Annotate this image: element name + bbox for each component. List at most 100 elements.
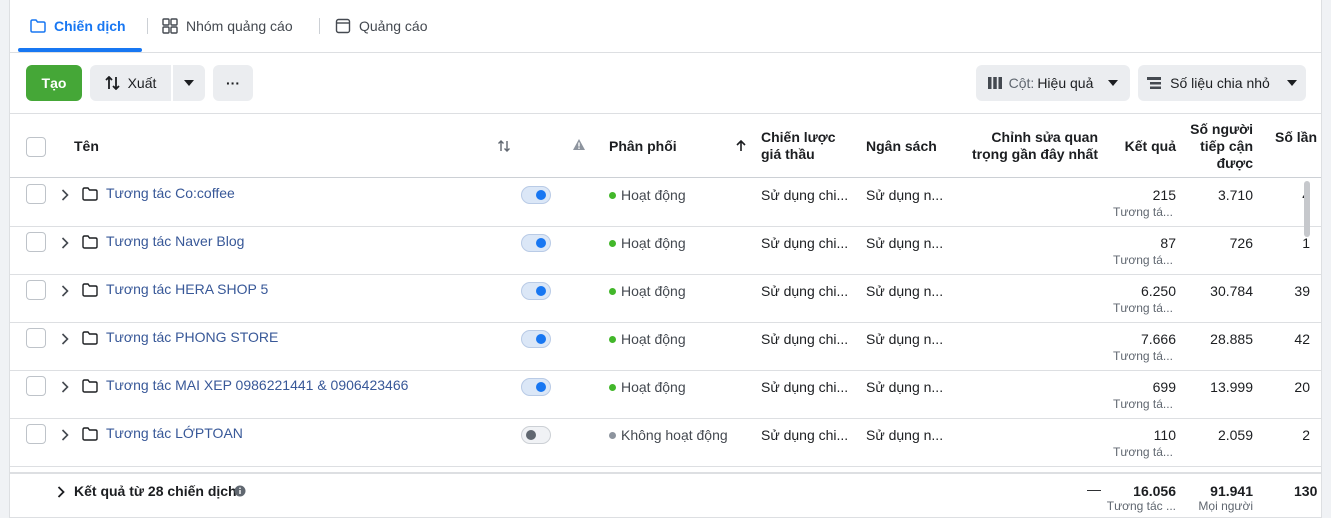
info-icon[interactable] — [234, 485, 246, 497]
tab-divider — [147, 18, 148, 34]
row-checkbox[interactable] — [26, 376, 46, 396]
results-cell: 6.250 — [1140, 283, 1176, 299]
campaign-name-link[interactable]: Tương tác LỚPTOAN — [106, 425, 243, 441]
tab-ads[interactable]: Quảng cáo — [335, 0, 428, 52]
breakdown-label: Số liệu chia nhỏ — [1170, 75, 1270, 91]
folder-icon — [82, 331, 98, 348]
more-options-button[interactable]: ··· — [213, 65, 253, 101]
campaign-name-link[interactable]: Tương tác PHONG STORE — [106, 329, 278, 345]
row-checkbox[interactable] — [26, 328, 46, 348]
status-dot — [609, 287, 616, 295]
sort-toggle-icon[interactable] — [497, 140, 511, 152]
summary-reach: 91.941 — [1210, 483, 1253, 499]
expand-chevron-icon[interactable] — [61, 428, 69, 444]
tab-label: Nhóm quảng cáo — [186, 18, 293, 34]
results-cell: 699 — [1152, 379, 1176, 395]
table-row[interactable]: Tương tác Naver Blog Hoạt động Sử dụng chi… — [10, 227, 1321, 275]
vertical-scrollbar[interactable] — [1304, 181, 1310, 237]
column-header-delivery[interactable]: Phân phối — [609, 138, 677, 155]
export-button[interactable]: Xuất — [90, 65, 171, 101]
toggle-knob — [536, 238, 546, 248]
results-cell: 7.666 — [1140, 331, 1176, 347]
table-row[interactable]: Tương tác Co:coffee Hoạt động Sử dụng chi.… — [10, 179, 1321, 227]
expand-chevron-icon[interactable] — [61, 332, 69, 348]
columns-icon — [987, 77, 1002, 89]
budget-cell: Sử dụng n... — [866, 379, 944, 395]
expand-chevron-icon[interactable] — [61, 380, 69, 396]
column-header-impressions[interactable]: Số lần — [1275, 129, 1317, 146]
row-checkbox[interactable] — [26, 232, 46, 252]
campaign-name-link[interactable]: Tương tác HERA SHOP 5 — [106, 281, 268, 297]
campaign-status-toggle[interactable] — [521, 186, 551, 204]
row-checkbox[interactable] — [26, 184, 46, 204]
expand-chevron-icon[interactable] — [61, 188, 69, 204]
campaign-status-toggle[interactable] — [521, 282, 551, 300]
ad-icon — [335, 18, 351, 34]
sort-ascending-icon[interactable] — [735, 140, 747, 152]
tab-label: Quảng cáo — [359, 18, 428, 34]
budget-cell: Sử dụng n... — [866, 283, 944, 299]
header-line: Số người — [1190, 121, 1253, 137]
results-cell: 215 — [1152, 187, 1176, 203]
delivery-status: Hoạt động — [609, 235, 686, 251]
results-type-cell: Tương tá... — [1113, 301, 1173, 315]
column-header-results[interactable]: Kết quả — [1110, 138, 1176, 155]
column-header-budget[interactable]: Ngân sách — [866, 138, 937, 155]
breakdown-selector[interactable]: Số liệu chia nhỏ — [1138, 65, 1306, 101]
delivery-status: Hoạt động — [609, 283, 686, 299]
expand-chevron-icon[interactable] — [61, 236, 69, 252]
create-button[interactable]: Tạo — [26, 65, 82, 101]
tab-campaigns[interactable]: Chiến dịch — [30, 0, 126, 52]
select-all-checkbox[interactable] — [26, 137, 46, 157]
campaign-status-toggle[interactable] — [521, 330, 551, 348]
tab-label: Chiến dịch — [54, 18, 126, 34]
create-label: Tạo — [41, 75, 67, 91]
toggle-knob — [536, 382, 546, 392]
tab-ad-sets[interactable]: Nhóm quảng cáo — [162, 0, 293, 52]
summary-results-type: Tương tác ... — [1106, 499, 1176, 513]
bid-strategy-cell: Sử dụng chi... — [761, 187, 849, 203]
budget-cell: Sử dụng n... — [866, 187, 944, 203]
table-row[interactable]: Tương tác MAI XEP 0986221441 & 090642346… — [10, 371, 1321, 419]
export-label: Xuất — [127, 75, 157, 91]
folder-icon — [30, 19, 46, 33]
delivery-status-label: Hoạt động — [621, 331, 686, 347]
campaign-status-toggle[interactable] — [521, 426, 551, 444]
status-dot — [609, 431, 616, 439]
folder-icon — [82, 187, 98, 204]
expand-chevron-icon[interactable] — [61, 284, 69, 300]
column-header-reach[interactable]: Số người tiếp cận được — [1180, 121, 1253, 172]
results-cell: 87 — [1160, 235, 1176, 251]
campaign-name-link[interactable]: Tương tác Co:coffee — [106, 185, 235, 201]
impressions-cell: 39 — [1294, 283, 1310, 299]
columns-selector[interactable]: Cột: Hiệu quả — [976, 65, 1130, 101]
delivery-status: Hoạt động — [609, 187, 686, 203]
table-row[interactable]: Tương tác PHONG STORE Hoạt động Sử dụng ch… — [10, 323, 1321, 371]
tab-divider — [319, 18, 320, 34]
impressions-cell: 42 — [1294, 331, 1310, 347]
campaign-status-toggle[interactable] — [521, 378, 551, 396]
column-header-name[interactable]: Tên — [74, 138, 99, 155]
delivery-status-label: Hoạt động — [621, 283, 686, 299]
export-dropdown-button[interactable] — [173, 65, 205, 101]
campaign-name-link[interactable]: Tương tác MAI XEP 0986221441 & 090642346… — [106, 377, 408, 393]
campaign-status-toggle[interactable] — [521, 234, 551, 252]
row-checkbox[interactable] — [26, 424, 46, 444]
row-checkbox[interactable] — [26, 280, 46, 300]
toggle-knob — [526, 430, 536, 440]
summary-results: 16.056 — [1133, 483, 1176, 499]
table-header: Tên Phân phối Chiến lược giá thầu Ngân s… — [10, 113, 1321, 178]
campaign-name-link[interactable]: Tương tác Naver Blog — [106, 233, 244, 249]
column-header-bid-strategy[interactable]: Chiến lược giá thầu — [761, 129, 836, 163]
status-dot — [609, 383, 616, 391]
table-row[interactable]: Tương tác LỚPTOAN Không hoạt động Sử dụng … — [10, 419, 1321, 467]
table-row[interactable]: Tương tác HERA SHOP 5 Hoạt động Sử dụng ch… — [10, 275, 1321, 323]
impressions-cell: 4 — [1230, 187, 1310, 203]
chevron-right-icon[interactable] — [57, 486, 65, 498]
results-cell: 110 — [1153, 427, 1176, 443]
budget-cell: Sử dụng n... — [866, 235, 944, 251]
delivery-status-label: Không hoạt động — [621, 427, 728, 443]
results-type-cell: Tương tá... — [1113, 349, 1173, 363]
column-header-recent-edits[interactable]: Chỉnh sửa quan trọng gần đây nhất — [970, 129, 1098, 163]
bid-strategy-cell: Sử dụng chi... — [761, 283, 849, 299]
